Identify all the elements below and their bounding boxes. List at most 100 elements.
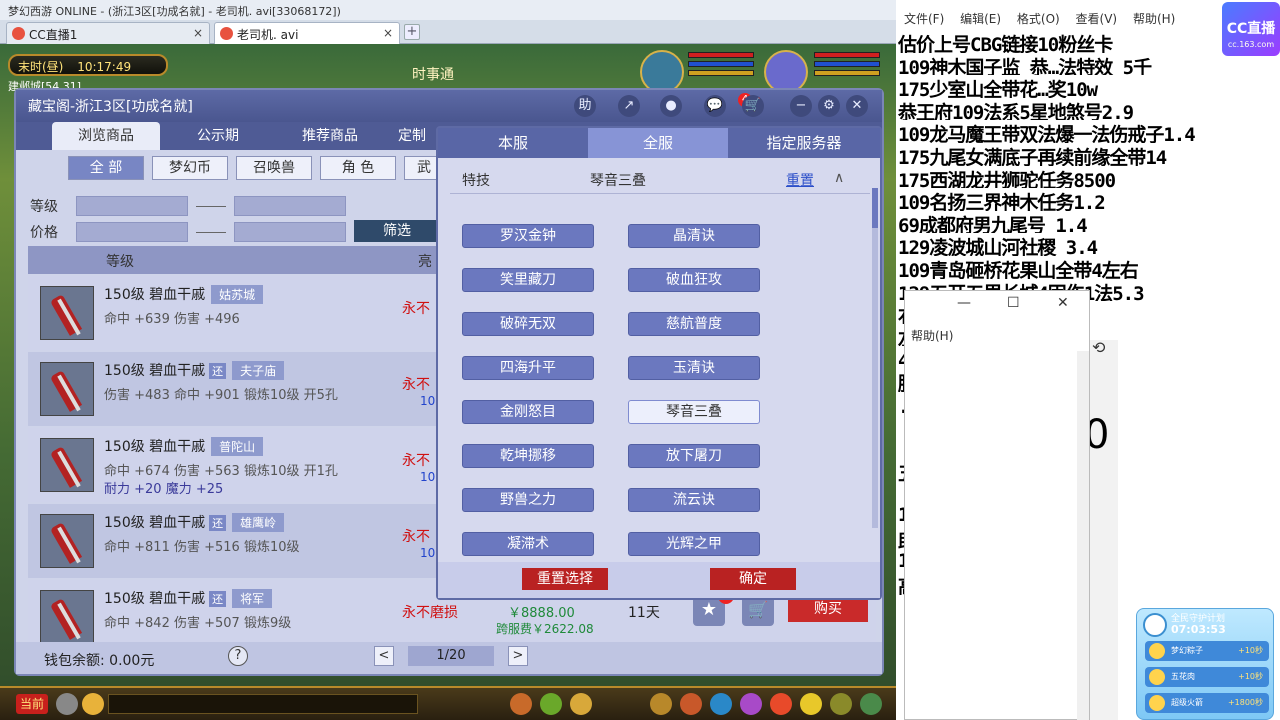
help-icon[interactable]: 助 xyxy=(574,95,596,117)
close-icon[interactable]: ✕ xyxy=(846,95,868,117)
close-icon[interactable]: ✕ xyxy=(1057,295,1069,311)
tab-specific-server[interactable]: 指定服务器 xyxy=(728,128,880,158)
return-tag: 还 xyxy=(209,591,227,607)
skill-option[interactable]: 放下屠刀 xyxy=(628,444,760,468)
server-badge: 雄鹰岭 xyxy=(232,513,285,532)
cart-icon[interactable]: 🛒 xyxy=(742,95,764,117)
reset-link[interactable]: 重置 xyxy=(786,170,814,190)
maximize-icon[interactable]: ☐ xyxy=(1007,295,1020,311)
minimize-icon[interactable]: — xyxy=(957,295,971,311)
background-panel xyxy=(1088,340,1118,720)
skill-option[interactable]: 流云诀 xyxy=(628,488,760,512)
scrollbar-thumb[interactable] xyxy=(872,188,878,228)
scrollbar[interactable] xyxy=(1077,351,1089,720)
durability-text: 永不磨损 xyxy=(402,605,458,621)
selected-skill-value: 琴音三叠 xyxy=(590,173,646,189)
skill-option[interactable]: 破血狂攻 xyxy=(628,268,760,292)
gift-item[interactable]: 五花肉 +10秒 xyxy=(1145,667,1269,687)
tab-label: CC直播1 xyxy=(29,28,78,42)
close-tab-icon[interactable]: × xyxy=(193,26,203,40)
activity-icon[interactable] xyxy=(770,693,792,715)
server-scope-tabs: 本服 全服 指定服务器 xyxy=(438,128,880,158)
help-question-icon[interactable]: ? xyxy=(228,646,248,666)
tab-all-servers[interactable]: 全服 xyxy=(588,128,728,158)
menu-help[interactable]: 帮助(H) xyxy=(1133,12,1175,26)
menu-view[interactable]: 查看(V) xyxy=(1076,12,1118,26)
settings-icon[interactable]: ⚙ xyxy=(818,95,840,117)
category-all[interactable]: 全 部 xyxy=(68,156,144,180)
shop-icon[interactable] xyxy=(800,693,822,715)
gift-icon[interactable] xyxy=(680,693,702,715)
durability-text: 永不 xyxy=(402,453,430,469)
share-icon[interactable]: ↗ xyxy=(618,95,640,117)
tab-public[interactable]: 公示期 xyxy=(164,122,272,150)
skill-option[interactable]: 乾坤挪移 xyxy=(462,444,594,468)
popup-scrollbar[interactable] xyxy=(872,188,878,528)
chat-input[interactable] xyxy=(108,694,418,714)
quest-icon[interactable] xyxy=(650,693,672,715)
filter-button[interactable]: 筛选 xyxy=(354,220,440,242)
new-tab-button[interactable]: + xyxy=(404,24,420,40)
system-icon[interactable] xyxy=(830,693,852,715)
next-page-button[interactable]: > xyxy=(508,646,528,666)
header-level: 等级 xyxy=(106,254,134,270)
confirm-button[interactable]: 确定 xyxy=(710,568,796,590)
history-icon[interactable]: ⟲ xyxy=(1092,338,1105,357)
text-line: 109神木国子监 恭…法特效 5千 xyxy=(898,56,1152,76)
skill-option[interactable]: 破碎无双 xyxy=(462,312,594,336)
message-icon[interactable]: 💬 xyxy=(704,95,726,117)
guard-plan-widget[interactable]: 全民守护计划 07:03:53 梦幻粽子 +10秒 五花肉 +10秒 超级火箭 +18… xyxy=(1136,608,1274,720)
skill-option-selected[interactable]: 琴音三叠 xyxy=(628,400,760,424)
page-indicator[interactable]: 1/20 xyxy=(408,646,494,666)
skill-option[interactable]: 光辉之甲 xyxy=(628,532,760,556)
news-banner[interactable]: 时事通 xyxy=(412,64,454,84)
friend-icon[interactable] xyxy=(740,693,762,715)
team-icon[interactable] xyxy=(540,693,562,715)
close-tab-icon[interactable]: × xyxy=(383,26,393,40)
emoji-icon[interactable] xyxy=(82,693,104,715)
category-pet[interactable]: 召唤兽 xyxy=(236,156,312,180)
minimize-icon[interactable]: − xyxy=(790,95,812,117)
map-icon[interactable] xyxy=(710,693,732,715)
menu-edit[interactable]: 编辑(E) xyxy=(960,12,1001,26)
bag-icon[interactable] xyxy=(510,693,532,715)
tab-custom[interactable]: 定制 xyxy=(388,122,436,150)
menu-format[interactable]: 格式(O) xyxy=(1017,12,1060,26)
level-min-input[interactable] xyxy=(76,196,188,216)
record-icon[interactable]: ● xyxy=(660,95,682,117)
header-light: 亮 xyxy=(418,254,432,270)
skill-option[interactable]: 金刚怒目 xyxy=(462,400,594,424)
menu-help[interactable]: 帮助(H) xyxy=(911,327,953,344)
category-role[interactable]: 角 色 xyxy=(320,156,396,180)
channel-current-button[interactable]: 当前 xyxy=(16,694,48,714)
skill-option[interactable]: 罗汉金钟 xyxy=(462,224,594,248)
tab-this-server[interactable]: 本服 xyxy=(438,128,588,158)
level-max-input[interactable] xyxy=(234,196,346,216)
price-min-input[interactable] xyxy=(76,222,188,242)
skill-option[interactable]: 玉清诀 xyxy=(628,356,760,380)
menu-file[interactable]: 文件(F) xyxy=(904,12,944,26)
gift-item[interactable]: 超级火箭 +1800秒 xyxy=(1145,693,1269,713)
item-bonus-stats: 耐力 +20 魔力 +25 xyxy=(104,482,224,497)
help-icon[interactable] xyxy=(860,693,882,715)
collapse-icon[interactable]: ∧ xyxy=(834,170,844,186)
skill-option[interactable]: 晶清诀 xyxy=(628,224,760,248)
browser-tab-game[interactable]: 老司机. avi × xyxy=(214,22,400,44)
skill-option[interactable]: 凝滞术 xyxy=(462,532,594,556)
item-stats: 伤害 +483 命中 +901 锻炼10级 开5孔 xyxy=(104,388,338,403)
browser-tab-cc[interactable]: CC直播1 × xyxy=(6,22,210,44)
category-coin[interactable]: 梦幻币 xyxy=(152,156,228,180)
microphone-icon[interactable] xyxy=(56,693,78,715)
skill-option[interactable]: 野兽之力 xyxy=(462,488,594,512)
gift-item[interactable]: 梦幻粽子 +10秒 xyxy=(1145,641,1269,661)
skill-option[interactable]: 慈航普度 xyxy=(628,312,760,336)
tab-browse[interactable]: 浏览商品 xyxy=(52,122,160,150)
skill-icon[interactable] xyxy=(570,693,592,715)
skill-option[interactable]: 四海升平 xyxy=(462,356,594,380)
prev-page-button[interactable]: < xyxy=(374,646,394,666)
reset-selection-button[interactable]: 重置选择 xyxy=(522,568,608,590)
tab-recommend[interactable]: 推荐商品 xyxy=(276,122,384,150)
price-max-input[interactable] xyxy=(234,222,346,242)
skill-option[interactable]: 笑里藏刀 xyxy=(462,268,594,292)
item-stats: 命中 +674 伤害 +563 锻炼10级 开1孔 xyxy=(104,464,338,479)
